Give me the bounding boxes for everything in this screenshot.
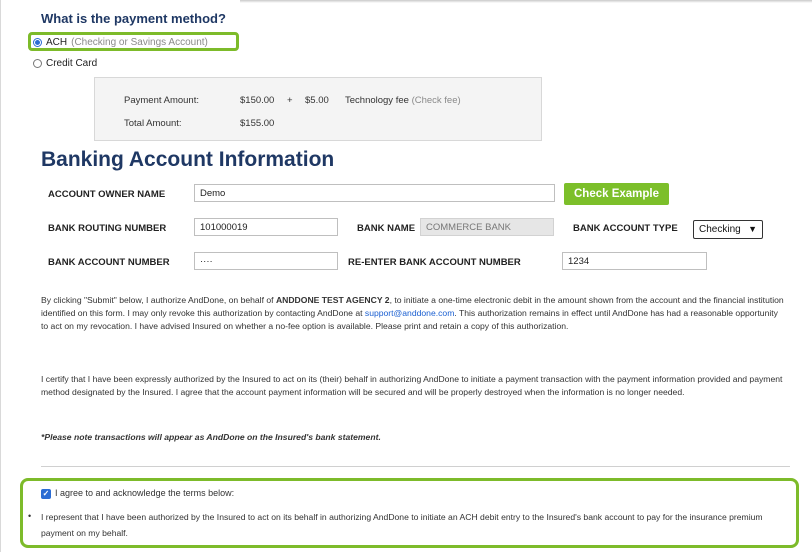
divider [41,466,790,467]
total-amount-value: $155.00 [240,118,275,129]
fee-hint: (Check fee) [411,95,461,106]
owner-name-label: ACCOUNT OWNER NAME [48,189,166,200]
account-type-value: Checking [699,224,741,235]
radio-ach[interactable]: ACH (Checking or Savings Account) [33,35,208,49]
routing-number-input[interactable]: 101000019 [194,218,338,236]
support-email-link[interactable]: support@anddone.com [365,308,454,318]
agree-checkbox-label: I agree to and acknowledge the terms bel… [55,488,235,498]
header-shadow [240,0,812,3]
agree-checkbox[interactable]: ✓ [41,489,51,499]
authorization-paragraph: By clicking "Submit" below, I authorize … [41,294,786,333]
routing-number-label: BANK ROUTING NUMBER [48,223,167,234]
radio-credit-card[interactable]: Credit Card [33,56,97,70]
left-border [0,0,1,552]
plus-sign: + [287,95,293,106]
certification-paragraph: I certify that I have been expressly aut… [41,374,783,397]
bank-name-label: BANK NAME [357,223,416,234]
account-number-label: BANK ACCOUNT NUMBER [48,257,170,268]
account-type-select[interactable]: Checking ▼ [693,220,763,239]
amount-summary: Payment Amount: $150.00 + $5.00 Technolo… [94,77,542,141]
bank-name-field: COMMERCE BANK [420,218,554,236]
fee-value: $5.00 [305,95,329,106]
auth-text-1: By clicking "Submit" below, I authorize … [41,295,276,305]
payment-amount-label: Payment Amount: [124,95,199,106]
radio-credit-card-label: Credit Card [46,57,98,69]
bullet-icon: • [28,511,32,521]
radio-ach-indicator[interactable] [33,37,42,47]
reenter-account-input[interactable]: 1234 [562,252,707,270]
agency-name: ANDDONE TEST AGENCY 2 [275,295,390,305]
payment-form: What is the payment method? ACH (Checkin… [0,0,812,552]
radio-ach-hint: (Checking or Savings Account) [71,36,208,48]
check-example-button[interactable]: Check Example [564,183,669,205]
account-type-label: BANK ACCOUNT TYPE [573,223,678,234]
account-number-input[interactable]: ···· [194,252,338,270]
radio-credit-card-indicator[interactable] [33,58,42,68]
radio-ach-label: ACH [46,36,68,48]
fee-label-text: Technology fee [345,95,409,106]
total-amount-label: Total Amount: [124,118,182,129]
fee-label: Technology fee (Check fee) [345,95,461,106]
banking-section-title: Banking Account Information [41,148,335,171]
statement-note: *Please note transactions will appear as… [41,432,381,442]
payment-amount-value: $150.00 [240,95,275,106]
reenter-account-label: RE-ENTER BANK ACCOUNT NUMBER [348,257,521,268]
agreement-text: I represent that I have been authorized … [41,512,763,538]
owner-name-input[interactable]: Demo [194,184,555,202]
payment-method-title: What is the payment method? [41,11,226,26]
chevron-down-icon: ▼ [748,224,757,234]
